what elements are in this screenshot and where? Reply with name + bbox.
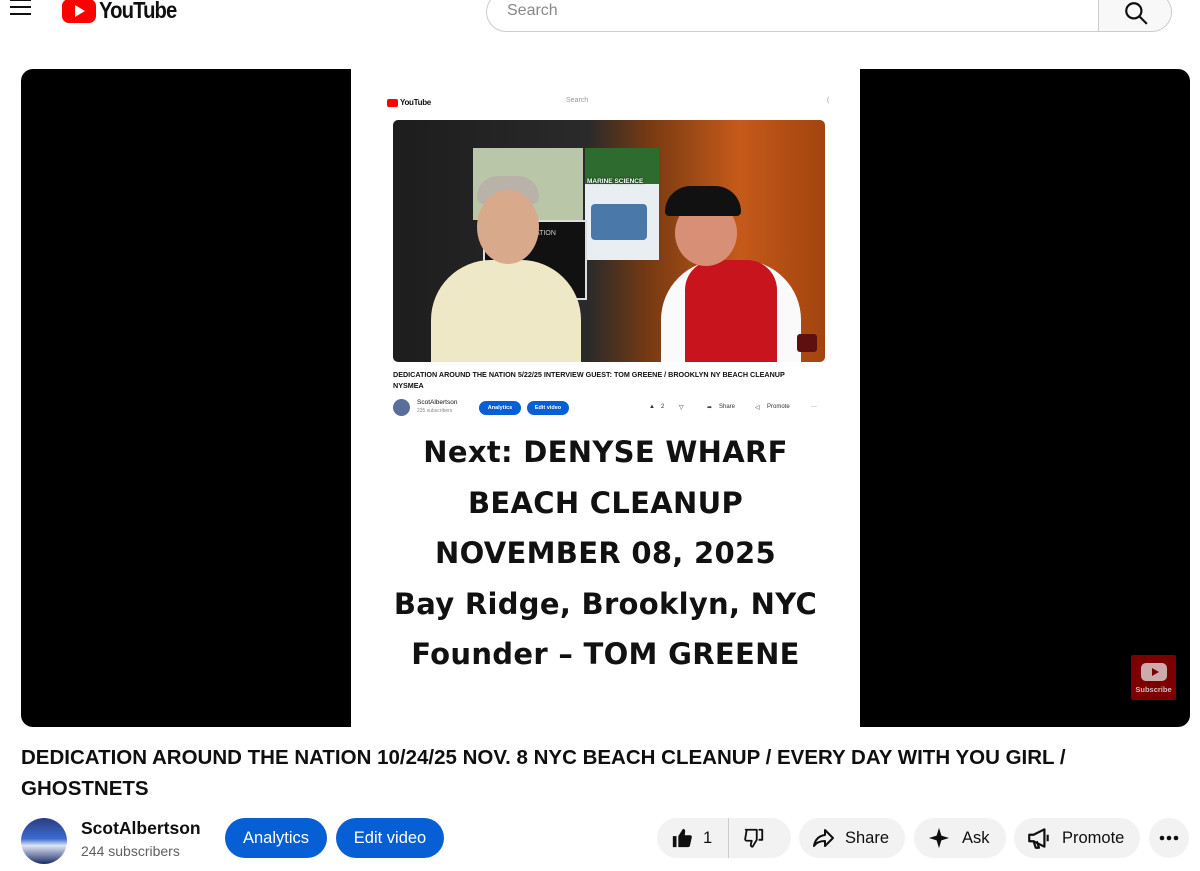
announcement-line: Founder – TOM GREENE (411, 637, 800, 671)
host-vest (685, 260, 777, 362)
announcement-text: Next: DENYSE WHARF BEACH CLEANUP NOVEMBE… (351, 427, 860, 680)
announcement-line: BEACH CLEANUP (468, 485, 743, 520)
video-player[interactable]: YouTube Search ( MARINE SCIENCE ATION DE… (21, 69, 1190, 727)
embedded-youtube-logo: YouTube (387, 98, 431, 107)
embedded-logo-text: YouTube (400, 98, 431, 107)
subscribe-watermark-label: Subscribe (1135, 685, 1172, 694)
share-label: Share (845, 828, 890, 847)
ask-button[interactable]: Ask (914, 818, 1006, 858)
masthead: YouTube (0, 0, 1200, 34)
marine-science-poster: MARINE SCIENCE (585, 148, 659, 260)
sparkle-icon (928, 827, 950, 849)
embedded-play-icon (387, 98, 398, 107)
dislike-button[interactable] (729, 818, 765, 858)
video-frame: YouTube Search ( MARINE SCIENCE ATION DE… (351, 69, 860, 727)
subscriber-count: 244 subscribers (81, 843, 180, 859)
logo-text: YouTube (99, 0, 177, 23)
embedded-promote-label: Promote (767, 404, 790, 410)
embedded-dislike-icon: ▽ (679, 405, 684, 411)
menu-icon[interactable] (8, 0, 34, 22)
poster-label: MARINE SCIENCE (587, 178, 644, 185)
promote-button[interactable]: Promote (1014, 818, 1140, 858)
embedded-video-title: DEDICATION AROUND THE NATION 5/22/25 INT… (393, 370, 785, 390)
embedded-like-icon: ▲ (649, 404, 655, 410)
embedded-like-count: 2 (661, 404, 665, 410)
owner-row: ScotAlbertson 244 subscribers Analytics … (21, 814, 1190, 864)
channel-name[interactable]: ScotAlbertson (81, 818, 201, 839)
like-button[interactable]: 1 (657, 818, 729, 858)
like-dislike-group: 1 (657, 818, 791, 858)
announcement-line: Bay Ridge, Brooklyn, NYC (393, 586, 818, 621)
embedded-share-icon: ➦ (707, 405, 713, 411)
youtube-icon (1140, 663, 1167, 681)
like-count: 1 (703, 828, 713, 847)
edit-video-button[interactable]: Edit video (336, 818, 444, 858)
embedded-promote-icon: ◁ (755, 405, 760, 411)
embedded-analytics-button: Analytics (479, 401, 521, 415)
guest-head (477, 190, 539, 264)
promote-label: Promote (1062, 828, 1125, 847)
subscribe-watermark[interactable]: Subscribe (1131, 655, 1176, 700)
thumbs-up-icon (672, 828, 692, 848)
guest-person (431, 260, 581, 362)
ask-label: Ask (962, 828, 990, 847)
search-input[interactable] (505, 0, 1069, 23)
more-actions-button[interactable] (1149, 818, 1189, 858)
share-button[interactable]: Share (799, 818, 905, 858)
megaphone-icon (1028, 828, 1049, 849)
share-icon (813, 829, 834, 847)
embedded-share-label: Share (719, 404, 736, 410)
embedded-subscribe-icon (797, 334, 817, 352)
search-box[interactable] (486, 0, 1098, 32)
embedded-channel-name: ScotAlbertson (417, 399, 458, 406)
embedded-video-thumbnail: MARINE SCIENCE ATION (393, 120, 825, 362)
embedded-edit-button: Edit video (527, 401, 569, 415)
embedded-subscribers: 235 subscribers (417, 408, 453, 414)
embedded-search-icon: ( (827, 97, 830, 104)
more-icon (1159, 835, 1179, 841)
announcement-line: NOVEMBER 08, 2025 (435, 536, 776, 570)
youtube-play-icon (62, 0, 96, 23)
youtube-logo[interactable]: YouTube (62, 0, 187, 24)
embedded-avatar (393, 399, 410, 416)
embedded-owner-row: ScotAlbertson 235 subscribers Analytics … (393, 397, 825, 417)
thumbs-down-icon (744, 828, 764, 848)
host-cap (665, 186, 741, 216)
announcement-line: Next: DENYSE WHARF (423, 435, 788, 469)
channel-avatar[interactable] (21, 818, 67, 864)
analytics-button[interactable]: Analytics (225, 818, 327, 858)
search-icon (1125, 2, 1148, 25)
embedded-more-icon: ··· (811, 404, 817, 410)
search-button[interactable] (1098, 0, 1172, 32)
embedded-search: Search (566, 97, 589, 104)
video-title: DEDICATION AROUND THE NATION 10/24/25 NO… (21, 746, 1066, 800)
